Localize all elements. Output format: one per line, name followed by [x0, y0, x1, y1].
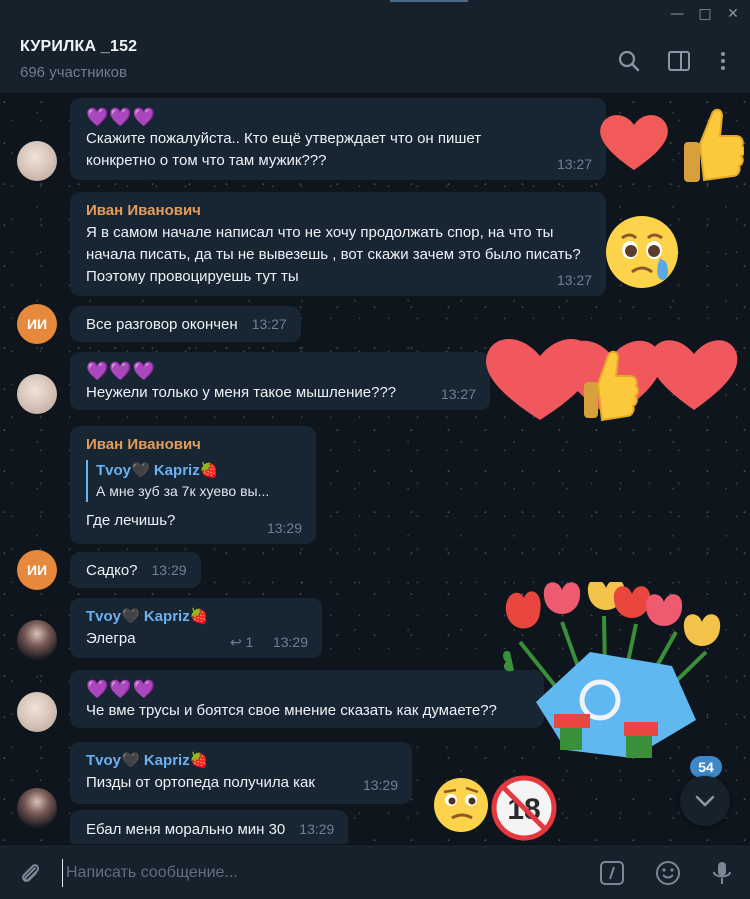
- emoji-icon[interactable]: [654, 859, 682, 887]
- avatar[interactable]: [17, 620, 57, 660]
- reply-sender: Tvoy🖤 Kapriz🍓: [96, 462, 219, 479]
- search-icon[interactable]: [616, 48, 642, 74]
- crying-face-sticker[interactable]: [604, 212, 686, 294]
- message-bubble[interactable]: 💜💜💜 Неужели только у меня такое мышление…: [70, 352, 490, 410]
- message-bubble[interactable]: Иван Иванович Я в самом начале написал ч…: [70, 192, 606, 296]
- purple-hearts-emoji: 💜💜💜: [86, 107, 157, 127]
- chevron-down-icon: [695, 795, 715, 807]
- chat-title: КУРИЛКА _152: [20, 38, 138, 55]
- avatar[interactable]: ИИ: [17, 550, 57, 590]
- message-bubble[interactable]: Tvoy🖤 Kapriz🍓 Элегра 13:29 ↩ 1: [70, 598, 322, 658]
- message-bubble[interactable]: 💜💜💜 Скажите пожалуйста.. Кто ещё утвержд…: [70, 98, 606, 180]
- message-input[interactable]: [62, 859, 562, 887]
- sender-name[interactable]: Tvoy🖤 Kapriz🍓: [86, 606, 308, 628]
- reply-count: 1: [245, 634, 254, 650]
- minimize-button[interactable]: —: [664, 2, 690, 26]
- more-vertical-icon[interactable]: [710, 48, 736, 74]
- avatar[interactable]: [17, 788, 57, 828]
- unread-count-badge: 54: [690, 756, 722, 778]
- member-count: 696 участников: [20, 64, 127, 81]
- avatar[interactable]: [17, 374, 57, 414]
- confused-face-sticker[interactable]: [432, 776, 490, 834]
- reply-arrow-icon: ↩: [230, 634, 242, 650]
- message-text: Неужели только у меня такое мышление???: [86, 384, 397, 401]
- paperclip-icon[interactable]: [16, 859, 44, 887]
- message-text: Че вме трусы и боятся свое мнение сказат…: [86, 702, 497, 719]
- message-time: 13:29: [151, 562, 187, 578]
- sender-name[interactable]: Иван Иванович: [86, 200, 592, 222]
- replies-counter[interactable]: ↩ 1: [230, 631, 253, 653]
- titlebar-accent: [390, 0, 468, 2]
- message-time: 13:29: [272, 634, 308, 650]
- message-time: 13:27: [556, 156, 592, 172]
- purple-hearts-emoji: 💜💜💜: [86, 679, 157, 699]
- message-text: Скажите пожалуйста.. Кто ещё утверждает …: [86, 130, 482, 169]
- bot-commands-icon[interactable]: [598, 859, 626, 887]
- message-text: Все разговор окончен: [86, 316, 238, 333]
- message-text: Я в самом начале написал что не хочу про…: [86, 224, 581, 285]
- message-composer: [0, 844, 750, 899]
- no-18-sticker[interactable]: 18: [490, 774, 558, 842]
- message-time: 13:27: [440, 386, 476, 402]
- sender-name[interactable]: Иван Иванович: [86, 434, 302, 456]
- message-time: 13:29: [266, 520, 302, 536]
- message-text: Пизды от ортопеда получила как: [86, 774, 315, 791]
- avatar[interactable]: [17, 141, 57, 181]
- purple-hearts-emoji: 💜💜💜: [86, 361, 157, 381]
- avatar[interactable]: [17, 692, 57, 732]
- message-bubble[interactable]: 💜💜💜 Че вме трусы и боятся свое мнение ск…: [70, 670, 544, 728]
- message-bubble[interactable]: Садко? 13:29: [70, 552, 201, 588]
- scroll-down-button[interactable]: [680, 776, 730, 826]
- hearts-thumbsup-sticker[interactable]: [478, 322, 746, 434]
- message-bubble[interactable]: Tvoy🖤 Kapriz🍓 Пизды от ортопеда получила…: [70, 742, 412, 804]
- sender-name[interactable]: Tvoy🖤 Kapriz🍓: [86, 750, 398, 772]
- heart-thumbsup-sticker[interactable]: [594, 100, 744, 190]
- message-list[interactable]: 💜💜💜 Скажите пожалуйста.. Кто ещё утвержд…: [0, 94, 750, 844]
- reply-quote[interactable]: Tvoy🖤 Kapriz🍓 А мне зуб за 7к хуево вы..…: [86, 460, 302, 502]
- microphone-icon[interactable]: [708, 859, 736, 887]
- tulip-bouquet-sticker[interactable]: [496, 582, 740, 772]
- avatar[interactable]: ИИ: [17, 304, 57, 344]
- message-time: 13:29: [362, 777, 398, 793]
- message-bubble[interactable]: Ебал меня морально мин 30 13:29: [70, 810, 349, 844]
- message-time: 13:29: [299, 821, 335, 837]
- message-time: 13:27: [556, 272, 592, 288]
- message-bubble[interactable]: Все разговор окончен 13:27: [70, 306, 301, 342]
- window-titlebar: — □ ✕: [0, 0, 750, 28]
- message-time: 13:27: [251, 316, 287, 332]
- maximize-button[interactable]: □: [692, 2, 718, 26]
- message-text: Ебал меня морально мин 30: [86, 821, 286, 838]
- message-text: Садко?: [86, 562, 138, 579]
- reply-text: А мне зуб за 7к хуево вы...: [96, 483, 270, 499]
- close-button[interactable]: ✕: [720, 2, 746, 26]
- message-bubble[interactable]: Иван Иванович Tvoy🖤 Kapriz🍓 А мне зуб за…: [70, 426, 316, 544]
- chat-header[interactable]: КУРИЛКА _152 696 участников: [0, 28, 750, 94]
- sidebar-toggle-icon[interactable]: [666, 48, 692, 74]
